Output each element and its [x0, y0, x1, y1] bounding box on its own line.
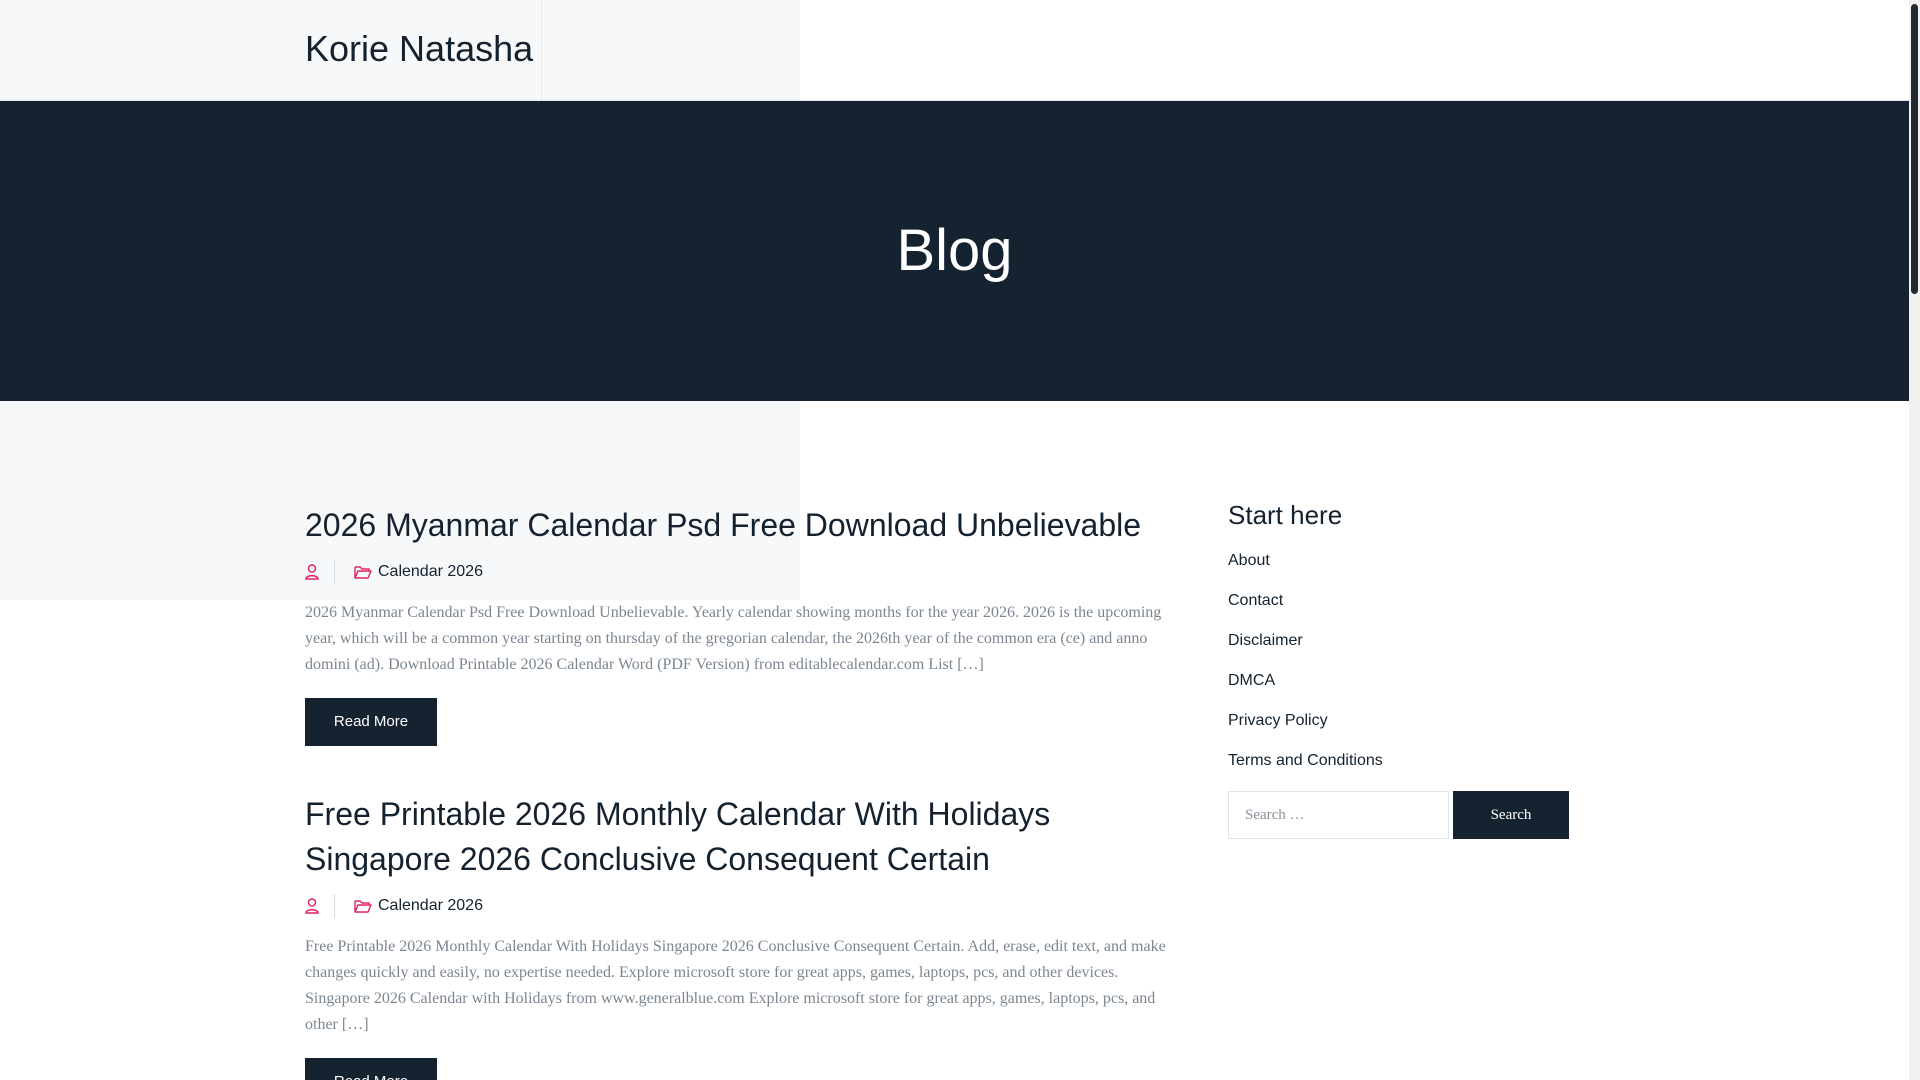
- page-title: Blog: [896, 218, 1013, 283]
- sidebar-item-terms[interactable]: Terms and Conditions: [1228, 750, 1570, 790]
- post-title[interactable]: 2026 Myanmar Calendar Psd Free Download …: [305, 503, 1183, 548]
- read-more-button[interactable]: Read More: [305, 1058, 437, 1080]
- category-link[interactable]: Calendar 2026: [354, 897, 483, 915]
- post-card: Free Printable 2026 Monthly Calendar Wit…: [305, 792, 1183, 1080]
- scrollbar[interactable]: [1909, 0, 1920, 1080]
- post-title[interactable]: Free Printable 2026 Monthly Calendar Wit…: [305, 792, 1183, 882]
- header-divider: [541, 0, 542, 100]
- site-title[interactable]: Korie Natasha: [305, 28, 533, 70]
- scrollbar-thumb[interactable]: [1911, 4, 1918, 294]
- post-card: 2026 Myanmar Calendar Psd Free Download …: [305, 503, 1183, 746]
- author-link[interactable]: [305, 560, 335, 584]
- sidebar-item-dmca[interactable]: DMCA: [1228, 670, 1570, 710]
- post-excerpt: 2026 Myanmar Calendar Psd Free Download …: [305, 604, 1162, 673]
- hero-banner: Blog: [0, 101, 1909, 401]
- category-label: Calendar 2026: [378, 897, 483, 914]
- page: Korie Natasha Blog 2026 Myanmar Calendar…: [0, 0, 1920, 1080]
- sidebar: Start here About Contact Disclaimer DMCA…: [1228, 500, 1570, 839]
- sidebar-links: About Contact Disclaimer DMCA Privacy Po…: [1228, 550, 1570, 790]
- search-form: Search … Search: [1228, 791, 1569, 839]
- post-excerpt: Free Printable 2026 Monthly Calendar Wit…: [305, 938, 1166, 1033]
- sidebar-item-privacy-policy[interactable]: Privacy Policy: [1228, 710, 1570, 750]
- user-icon: [305, 564, 319, 580]
- widget-title: Start here: [1228, 500, 1343, 530]
- site-header: Korie Natasha: [0, 0, 1909, 101]
- search-input[interactable]: Search …: [1228, 791, 1449, 839]
- category-link[interactable]: Calendar 2026: [354, 563, 483, 581]
- search-button[interactable]: Search: [1453, 791, 1569, 839]
- user-icon: [305, 898, 319, 914]
- post-meta: Calendar 2026: [305, 560, 1183, 584]
- category-label: Calendar 2026: [378, 563, 483, 580]
- folder-icon: [354, 900, 372, 913]
- sidebar-item-disclaimer[interactable]: Disclaimer: [1228, 630, 1570, 670]
- read-more-button[interactable]: Read More: [305, 698, 437, 746]
- folder-icon: [354, 566, 372, 579]
- post-meta: Calendar 2026: [305, 894, 1183, 918]
- sidebar-item-contact[interactable]: Contact: [1228, 590, 1570, 630]
- author-link[interactable]: [305, 894, 335, 918]
- sidebar-item-about[interactable]: About: [1228, 550, 1570, 590]
